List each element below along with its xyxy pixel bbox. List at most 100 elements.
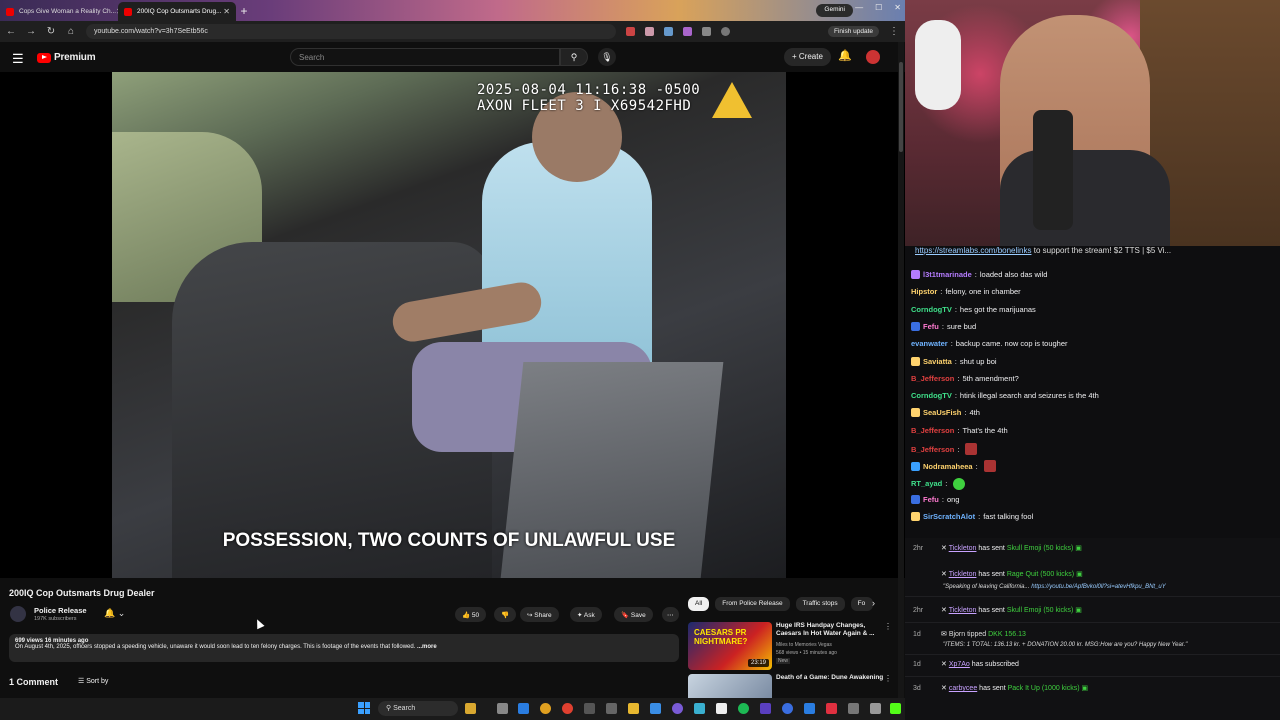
extension-icon[interactable] — [702, 27, 711, 36]
chip-more[interactable]: Fo — [850, 597, 873, 611]
subscription-bell-icon[interactable]: 🔔 ⌄ — [104, 608, 125, 619]
menu-icon[interactable]: ☰ — [12, 51, 24, 67]
more-options-icon[interactable]: ⋮ — [884, 622, 892, 631]
app-icon[interactable] — [870, 703, 881, 714]
extension-icon[interactable] — [645, 27, 654, 36]
forward-icon[interactable]: → — [26, 26, 36, 37]
folder-icon[interactable] — [628, 703, 639, 714]
chat-username[interactable]: B_Jefferson — [911, 445, 954, 454]
search-input[interactable]: Search — [290, 48, 560, 66]
event-user[interactable]: Tickleton — [949, 545, 977, 552]
chip-from-channel[interactable]: From Police Release — [715, 597, 790, 611]
chrome-icon[interactable] — [562, 703, 573, 714]
channel-name[interactable]: Police Release — [34, 606, 87, 615]
create-button[interactable]: + Create — [784, 48, 831, 66]
share-button[interactable]: ↪ Share — [520, 607, 559, 622]
app-icon[interactable] — [848, 703, 859, 714]
app-icon[interactable] — [760, 703, 771, 714]
chat-username[interactable]: l3t1tmarinade — [923, 270, 972, 279]
chip-all[interactable]: All — [688, 597, 710, 611]
chat-username[interactable]: Fefu — [923, 495, 939, 504]
avatar[interactable] — [866, 50, 880, 64]
event-user[interactable]: Bjorn tipped — [949, 631, 986, 638]
new-tab-button[interactable]: + — [236, 4, 252, 18]
chat-username[interactable]: Nodramaheea — [923, 462, 973, 471]
minimize-icon[interactable]: — — [855, 3, 863, 12]
more-actions-icon[interactable]: ⋯ — [662, 607, 679, 622]
youtube-logo[interactable]: Premium — [37, 52, 96, 63]
gemini-button[interactable]: Gemini — [816, 4, 853, 17]
chat-username[interactable]: B_Jefferson — [911, 426, 954, 435]
recommendation-title[interactable]: Death of a Game: Dune Awakening — [776, 674, 888, 682]
video-player[interactable]: 2025-08-04 11:16:38 -0500 AXON FLEET 3 I… — [0, 72, 905, 578]
back-icon[interactable]: ← — [6, 26, 16, 37]
chat-username[interactable]: RT_ayad — [911, 479, 942, 488]
url-field[interactable]: youtube.com/watch?v=3h7SeEtb56c — [86, 24, 616, 39]
profile-icon[interactable] — [721, 27, 730, 36]
chat-username[interactable]: CorndogTV — [911, 391, 952, 400]
save-button[interactable]: 🔖 Save — [614, 607, 653, 622]
task-view-icon[interactable] — [497, 703, 508, 714]
chat-username[interactable]: SeaUsFish — [923, 408, 961, 417]
finish-update-button[interactable]: Finish update — [827, 26, 879, 37]
file-explorer-icon[interactable] — [465, 703, 476, 714]
ask-button[interactable]: ✦ Ask — [570, 607, 602, 622]
app-icon[interactable] — [826, 703, 837, 714]
app-icon[interactable] — [694, 703, 705, 714]
maximize-icon[interactable]: ☐ — [875, 3, 882, 12]
recommendation-item[interactable]: CAESARS PR NIGHTMARE? 23:19 Huge IRS Han… — [688, 622, 903, 672]
kick-icon[interactable] — [890, 703, 901, 714]
recommendation-channel[interactable]: Miles to Memories Vegas — [776, 642, 832, 648]
home-icon[interactable]: ⌂ — [66, 26, 76, 37]
show-more-link[interactable]: ...more — [417, 644, 437, 650]
taskbar-search[interactable]: ⚲ Search — [378, 701, 458, 716]
chat-username[interactable]: Saviatta — [923, 357, 952, 366]
app-icon[interactable] — [584, 703, 595, 714]
notifications-bell-icon[interactable]: 🔔 — [838, 49, 852, 62]
extension-icon[interactable] — [683, 27, 692, 36]
app-icon[interactable] — [782, 703, 793, 714]
dislike-button[interactable]: 👎 — [494, 607, 517, 622]
tab-1[interactable]: Cops Give Woman a Reality Ch...✕ — [0, 2, 118, 21]
close-window-icon[interactable]: ✕ — [894, 3, 901, 12]
app-icon[interactable] — [716, 703, 727, 714]
extension-icon[interactable] — [626, 27, 635, 36]
channel-avatar[interactable] — [10, 606, 26, 622]
extension-icon[interactable] — [664, 27, 673, 36]
event-user[interactable]: Xp7Ao — [949, 661, 970, 668]
event-user[interactable]: Tickleton — [949, 571, 977, 578]
event-user[interactable]: Tickleton — [949, 607, 977, 614]
chevron-right-icon[interactable]: › — [872, 598, 875, 608]
description-box[interactable]: 699 views 16 minutes ago On August 4th, … — [9, 634, 679, 662]
chrome-icon[interactable] — [540, 703, 551, 714]
more-options-icon[interactable]: ⋮ — [884, 674, 892, 683]
chat-username[interactable]: B_Jefferson — [911, 374, 954, 383]
chat-username[interactable]: evanwater — [911, 339, 948, 348]
close-icon[interactable]: ✕ — [223, 7, 230, 16]
app-icon[interactable] — [804, 703, 815, 714]
search-icon[interactable]: ⚲ — [560, 48, 588, 66]
chat-username[interactable]: Fefu — [923, 322, 939, 331]
recommendation-thumbnail[interactable]: CAESARS PR NIGHTMARE? 23:19 — [688, 622, 772, 670]
app-icon[interactable] — [650, 703, 661, 714]
event-note-link[interactable]: https://youtu.be/ApfBvkol0ll?si=atevHfkp… — [1031, 584, 1166, 590]
tab-2[interactable]: 200IQ Cop Outsmarts Drug... ✕ — [118, 2, 236, 21]
recommendation-item[interactable]: Death of a Game: Dune Awakening ⋮ — [688, 674, 903, 698]
recommendation-title[interactable]: Huge IRS Handpay Changes, Caesars In Hot… — [776, 622, 888, 638]
app-icon[interactable] — [606, 703, 617, 714]
windows-start-icon[interactable] — [358, 702, 370, 714]
menu-dots-icon[interactable]: ⋮ — [889, 26, 899, 37]
scrollbar-thumb[interactable] — [899, 62, 903, 152]
microphone-icon[interactable]: 🎙 — [598, 48, 616, 66]
edge-icon[interactable] — [518, 703, 529, 714]
chat-link[interactable]: https://streamlabs.com/bonelinks — [915, 246, 1032, 255]
reload-icon[interactable]: ↻ — [46, 26, 56, 37]
event-user[interactable]: carbycee — [949, 685, 977, 692]
chat-username[interactable]: Hipstor — [911, 287, 937, 296]
like-button[interactable]: 👍 50 — [455, 607, 487, 622]
sort-button[interactable]: ☰ Sort by — [78, 677, 108, 685]
spotify-icon[interactable] — [738, 703, 749, 714]
chip-traffic-stops[interactable]: Traffic stops — [795, 597, 845, 611]
chat-username[interactable]: CorndogTV — [911, 305, 952, 314]
chat-username[interactable]: SirScratchAlot — [923, 512, 975, 521]
